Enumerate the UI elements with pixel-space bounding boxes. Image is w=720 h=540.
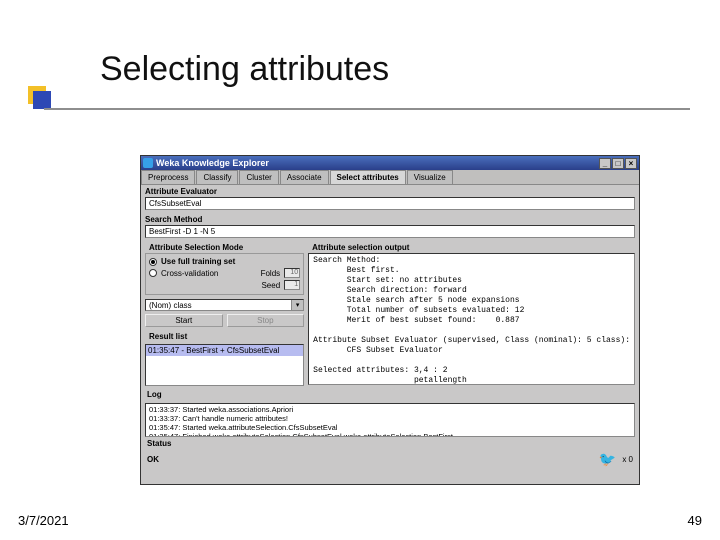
radio-full-training-label: Use full training set (161, 257, 235, 266)
radio-dot-icon (149, 258, 157, 266)
folds-input[interactable]: 10 (284, 268, 300, 278)
radio-cross-validation[interactable]: Cross-validation Folds 10 (149, 267, 300, 279)
weka-bird-icon: 🐦 (599, 451, 616, 468)
log-label: Log (141, 388, 639, 400)
log-box[interactable]: 01:33:37: Started weka.associations.Apri… (145, 403, 635, 437)
attribute-evaluator-label: Attribute Evaluator (141, 185, 639, 197)
result-list[interactable]: 01:35:47 - BestFirst + CfsSubsetEval (145, 344, 304, 386)
result-list-label: Result list (145, 330, 304, 342)
log-line: 01:33:37: Started weka.associations.Apri… (149, 405, 631, 414)
tab-associate[interactable]: Associate (280, 170, 329, 184)
class-combo[interactable]: (Nom) class ▾ (145, 299, 304, 311)
search-method-label: Search Method (141, 213, 639, 225)
output-label: Attribute selection output (308, 241, 635, 253)
maximize-button[interactable]: □ (612, 158, 624, 169)
weka-window: Weka Knowledge Explorer _ □ × Preprocess… (140, 155, 640, 485)
window-title: Weka Knowledge Explorer (156, 158, 269, 168)
search-method-field[interactable]: BestFirst -D 1 -N 5 (145, 225, 635, 238)
attribute-evaluator-field[interactable]: CfsSubsetEval (145, 197, 635, 210)
radio-dot-icon (149, 269, 157, 277)
seed-input[interactable]: 1 (284, 280, 300, 290)
app-icon (143, 158, 153, 168)
minimize-button[interactable]: _ (599, 158, 611, 169)
close-button[interactable]: × (625, 158, 637, 169)
folds-label: Folds (261, 269, 281, 278)
tab-cluster[interactable]: Cluster (239, 170, 278, 184)
selection-mode-group: Use full training set Cross-validation F… (145, 253, 304, 295)
slide-rule (44, 108, 690, 110)
attribute-selection-output[interactable]: Search Method: Best first. Start set: no… (308, 253, 635, 385)
status-bar: OK 🐦 x 0 (141, 449, 639, 470)
slide-bullet-decoration (28, 86, 46, 104)
radio-cross-validation-label: Cross-validation (161, 269, 218, 278)
status-label: Status (141, 437, 639, 449)
log-line: 01:35:47: Started weka.attributeSelectio… (149, 423, 631, 432)
tab-select-attributes[interactable]: Select attributes (330, 170, 406, 184)
status-value: OK (147, 455, 159, 464)
tab-classify[interactable]: Classify (196, 170, 238, 184)
window-titlebar[interactable]: Weka Knowledge Explorer _ □ × (141, 156, 639, 170)
radio-full-training[interactable]: Use full training set (149, 256, 300, 267)
tab-visualize[interactable]: Visualize (407, 170, 453, 184)
class-combo-value: (Nom) class (146, 301, 291, 310)
status-count: x 0 (622, 455, 633, 464)
slide-date: 3/7/2021 (18, 513, 69, 528)
tab-preprocess[interactable]: Preprocess (141, 170, 195, 184)
slide-number: 49 (688, 513, 702, 528)
start-button[interactable]: Start (145, 314, 223, 327)
seed-label: Seed (261, 281, 280, 290)
stop-button[interactable]: Stop (227, 314, 305, 327)
slide-title: Selecting attributes (100, 50, 389, 89)
log-line: 01:33:37: Can't handle numeric attribute… (149, 414, 631, 423)
chevron-down-icon[interactable]: ▾ (291, 300, 303, 310)
selection-mode-label: Attribute Selection Mode (145, 241, 304, 253)
tab-bar: Preprocess Classify Cluster Associate Se… (141, 170, 639, 185)
result-list-item[interactable]: 01:35:47 - BestFirst + CfsSubsetEval (146, 345, 303, 356)
